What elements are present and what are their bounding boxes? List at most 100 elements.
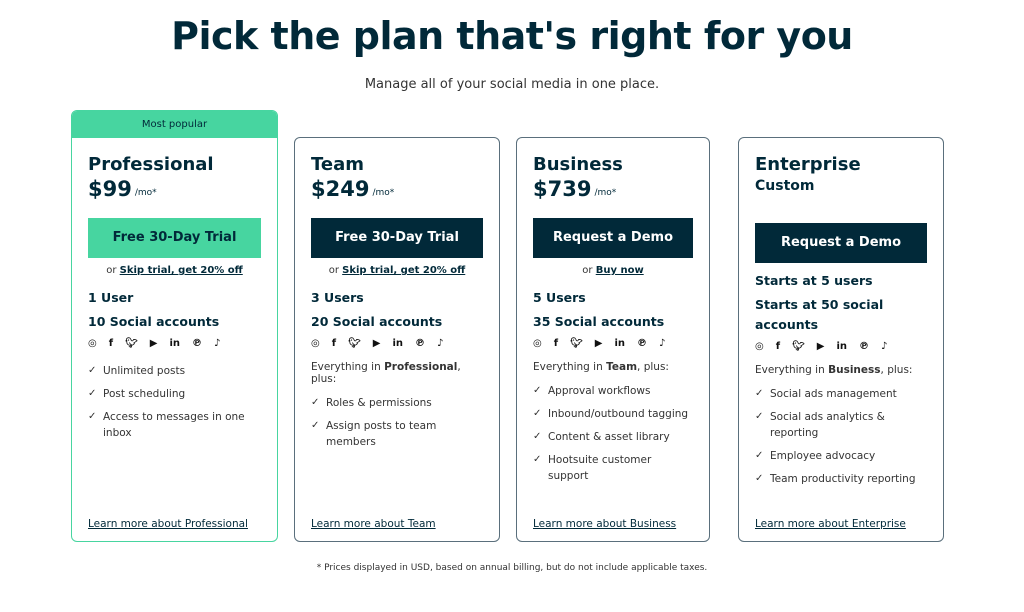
feature-item: Approval workflows: [533, 383, 693, 399]
includes-text: Everything in Team, plus:: [533, 361, 693, 373]
tiktok-icon: ♪: [881, 341, 888, 352]
feature-item: Access to messages in one inbox: [88, 409, 261, 441]
alt-action-link[interactable]: Buy now: [596, 265, 644, 276]
feature-list: Roles & permissions Assign posts to team …: [311, 395, 483, 450]
social-icons: ◎ f 🐦︎ ▶ in ℗ ♪: [755, 341, 927, 352]
plan-price: Custom: [755, 178, 815, 194]
plan-card-team: Team $249/mo* Free 30-Day Trial or Skip tri…: [294, 137, 500, 542]
feature-list: Social ads management Social ads analytic…: [755, 386, 927, 487]
facebook-icon: f: [108, 338, 114, 349]
alt-action-link[interactable]: Skip trial, get 20% off: [120, 265, 243, 276]
includes-plan: Professional: [384, 361, 458, 373]
feature-item: Content & asset library: [533, 429, 693, 445]
learn-more-link[interactable]: Learn more about Business: [533, 518, 676, 530]
price-period: /mo*: [134, 188, 157, 198]
price-period: /mo*: [372, 188, 395, 198]
learn-more-link[interactable]: Learn more about Team: [311, 518, 436, 530]
plan-cta-button[interactable]: Request a Demo: [533, 218, 693, 258]
includes-prefix: Everything in: [311, 361, 385, 373]
includes-plan: Business: [828, 364, 881, 376]
includes-prefix: Everything in: [755, 364, 829, 376]
plan-card-professional: Most popular Professional $99/mo* Free 30-D…: [71, 110, 278, 542]
instagram-icon: ◎: [311, 338, 320, 349]
price-amount: $99: [88, 177, 132, 201]
linkedin-icon: in: [392, 338, 404, 349]
linkedin-icon: in: [169, 338, 181, 349]
feature-item: Unlimited posts: [88, 363, 261, 379]
social-icons: ◎ f 🐦︎ ▶ in ℗ ♪: [533, 338, 693, 349]
instagram-icon: ◎: [755, 341, 764, 352]
plan-price: $249/mo*: [311, 176, 483, 202]
youtube-icon: ▶: [594, 338, 603, 349]
plan-cta-button[interactable]: Free 30-Day Trial: [311, 218, 483, 258]
alt-action: or Skip trial, get 20% off: [88, 265, 261, 276]
pinterest-icon: ℗: [859, 341, 870, 352]
instagram-icon: ◎: [88, 338, 97, 349]
feature-item: Assign posts to team members: [311, 418, 483, 450]
facebook-icon: f: [331, 338, 337, 349]
linkedin-icon: in: [614, 338, 626, 349]
feature-list: Unlimited posts Post scheduling Access to …: [88, 363, 261, 441]
instagram-icon: ◎: [533, 338, 542, 349]
feature-list: Approval workflows Inbound/outbound taggi…: [533, 383, 693, 484]
pinterest-icon: ℗: [415, 338, 426, 349]
price-period: /mo*: [594, 188, 617, 198]
tiktok-icon: ♪: [214, 338, 221, 349]
includes-suffix: , plus:: [637, 361, 669, 373]
plan-name: Enterprise: [755, 154, 861, 175]
or-text: or: [328, 265, 339, 276]
plan-card-enterprise: Enterprise Custom Request a Demo Starts at …: [738, 137, 944, 542]
plan-card-business: Business $739/mo* Request a Demo or Buy now…: [516, 137, 710, 542]
most-popular-badge: Most popular: [72, 111, 277, 138]
feature-item: Inbound/outbound tagging: [533, 406, 693, 422]
feature-item: Post scheduling: [88, 386, 261, 402]
twitter-icon: 🐦︎: [570, 338, 583, 349]
includes-prefix: Everything in: [533, 361, 607, 373]
youtube-icon: ▶: [816, 341, 825, 352]
accounts-count: 10 Social accounts: [88, 314, 220, 329]
users-count: 5 Users: [533, 290, 586, 305]
learn-more-link[interactable]: Learn more about Enterprise: [755, 518, 906, 530]
accounts-count: Starts at 50 social accounts: [755, 297, 884, 332]
twitter-icon: 🐦︎: [792, 341, 805, 352]
includes-text: Everything in Professional, plus:: [311, 361, 483, 385]
facebook-icon: f: [553, 338, 559, 349]
alt-action-link[interactable]: Skip trial, get 20% off: [342, 265, 465, 276]
or-text: or: [106, 265, 117, 276]
twitter-icon: 🐦︎: [125, 338, 138, 349]
price-amount: $739: [533, 177, 592, 201]
alt-action: or Skip trial, get 20% off: [311, 265, 483, 276]
plan-price: $99/mo*: [88, 176, 261, 202]
plan-price: $739/mo*: [533, 176, 693, 202]
learn-more-link[interactable]: Learn more about Professional: [88, 518, 248, 530]
plan-cta-button[interactable]: Request a Demo: [755, 223, 927, 263]
pinterest-icon: ℗: [192, 338, 203, 349]
tiktok-icon: ♪: [437, 338, 444, 349]
users-count: Starts at 5 users: [755, 273, 873, 288]
includes-text: Everything in Business, plus:: [755, 364, 927, 376]
plan-cta-button[interactable]: Free 30-Day Trial: [88, 218, 261, 258]
users-count: 1 User: [88, 290, 134, 305]
page-subtitle: Manage all of your social media in one p…: [364, 77, 660, 92]
feature-item: Social ads management: [755, 386, 927, 402]
twitter-icon: 🐦︎: [348, 338, 361, 349]
page-title: Pick the plan that's right for you: [171, 14, 853, 58]
price-amount: $249: [311, 177, 370, 201]
feature-item: Roles & permissions: [311, 395, 483, 411]
social-icons: ◎ f 🐦︎ ▶ in ℗ ♪: [88, 338, 261, 349]
pinterest-icon: ℗: [637, 338, 648, 349]
plan-name: Professional: [88, 154, 214, 175]
facebook-icon: f: [775, 341, 781, 352]
plan-name: Business: [533, 154, 623, 175]
youtube-icon: ▶: [372, 338, 381, 349]
accounts-count: 20 Social accounts: [311, 314, 443, 329]
includes-suffix: , plus:: [880, 364, 913, 376]
users-count: 3 Users: [311, 290, 364, 305]
social-icons: ◎ f 🐦︎ ▶ in ℗ ♪: [311, 338, 483, 349]
feature-item: Hootsuite customer support: [533, 452, 693, 484]
accounts-count: 35 Social accounts: [533, 314, 665, 329]
tiktok-icon: ♪: [659, 338, 666, 349]
includes-plan: Team: [606, 361, 638, 373]
feature-item: Employee advocacy: [755, 448, 927, 464]
plan-name: Team: [311, 154, 364, 175]
